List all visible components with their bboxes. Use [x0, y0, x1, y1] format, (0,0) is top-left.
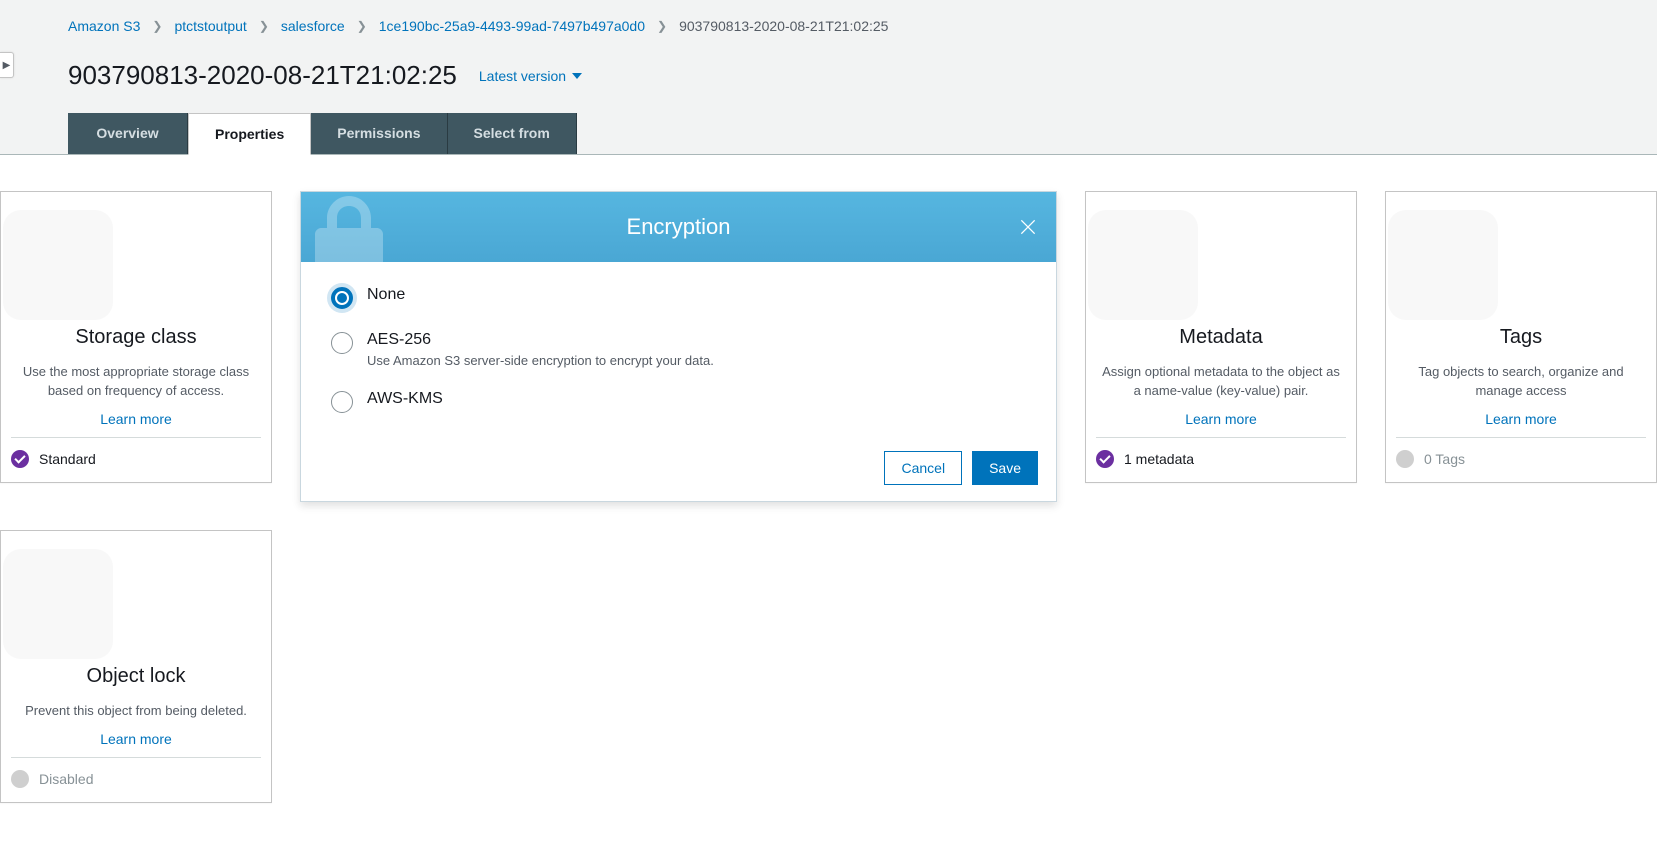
chevron-right-icon: ❯	[651, 19, 673, 33]
close-button[interactable]	[1016, 215, 1040, 239]
option-label: None	[367, 286, 405, 304]
status-text: 1 metadata	[1124, 451, 1194, 467]
breadcrumb: Amazon S3 ❯ ptctstoutput ❯ salesforce ❯ …	[68, 0, 1589, 60]
tabs: Overview Properties Permissions Select f…	[68, 113, 1589, 154]
breadcrumb-current: 903790813-2020-08-21T21:02:25	[679, 18, 888, 34]
encryption-option-aws-kms[interactable]: AWS-KMS	[331, 390, 1026, 413]
tab-select-from[interactable]: Select from	[448, 113, 577, 154]
card-storage-class[interactable]: Storage class Use the most appropriate s…	[0, 191, 272, 483]
breadcrumb-link-prefix-1[interactable]: salesforce	[281, 18, 345, 34]
card-description: Use the most appropriate storage class b…	[13, 363, 259, 401]
card-description: Tag objects to search, organize and mana…	[1398, 363, 1644, 401]
side-panel-toggle[interactable]: ▶	[0, 52, 14, 78]
metadata-icon	[1088, 210, 1198, 320]
encryption-option-aes256[interactable]: AES-256 Use Amazon S3 server-side encryp…	[331, 331, 1026, 368]
status-text: Disabled	[39, 771, 93, 787]
radio-selected-icon	[331, 287, 353, 309]
chevron-right-icon: ❯	[253, 19, 275, 33]
option-subtext: Use Amazon S3 server-side encryption to …	[367, 353, 714, 368]
save-button[interactable]: Save	[972, 451, 1038, 485]
status-text: 0 Tags	[1424, 451, 1465, 467]
card-title: Tags	[1398, 326, 1644, 349]
option-label: AWS-KMS	[367, 390, 443, 408]
option-label: AES-256	[367, 331, 714, 349]
tab-overview[interactable]: Overview	[68, 113, 188, 154]
card-description: Prevent this object from being deleted.	[13, 702, 259, 721]
card-title: Metadata	[1098, 326, 1344, 349]
card-object-lock[interactable]: Object lock Prevent this object from bei…	[0, 530, 272, 803]
check-circle-icon	[11, 450, 29, 468]
card-title: Object lock	[13, 665, 259, 688]
tab-permissions[interactable]: Permissions	[311, 113, 447, 154]
storage-class-icon	[3, 210, 113, 320]
card-title: Storage class	[13, 326, 259, 349]
card-description: Assign optional metadata to the object a…	[1098, 363, 1344, 401]
version-dropdown-label: Latest version	[479, 68, 566, 84]
card-encryption-editor: Encryption None AES-256 Use Amazon S3 s	[300, 191, 1057, 502]
encryption-header: Encryption	[301, 192, 1056, 262]
chevron-right-icon: ❯	[351, 19, 373, 33]
check-circle-icon	[1096, 450, 1114, 468]
lock-icon	[3, 549, 113, 659]
close-icon	[1018, 217, 1038, 237]
dot-icon	[1396, 450, 1414, 468]
card-tags[interactable]: Tags Tag objects to search, organize and…	[1385, 191, 1657, 483]
encryption-option-none[interactable]: None	[331, 286, 1026, 309]
learn-more-link[interactable]: Learn more	[1485, 411, 1557, 427]
radio-icon	[331, 332, 353, 354]
learn-more-link[interactable]: Learn more	[100, 411, 172, 427]
breadcrumb-link-amazon-s3[interactable]: Amazon S3	[68, 18, 140, 34]
page-title: 903790813-2020-08-21T21:02:25	[68, 60, 457, 91]
learn-more-link[interactable]: Learn more	[100, 731, 172, 747]
tags-icon	[1388, 210, 1498, 320]
breadcrumb-link-bucket[interactable]: ptctstoutput	[174, 18, 246, 34]
breadcrumb-link-prefix-2[interactable]: 1ce190bc-25a9-4493-99ad-7497b497a0d0	[379, 18, 645, 34]
chevron-right-icon: ❯	[146, 19, 168, 33]
status-text: Standard	[39, 451, 96, 467]
tab-properties[interactable]: Properties	[188, 113, 311, 155]
dot-icon	[11, 770, 29, 788]
page-header-region: ▶ Amazon S3 ❯ ptctstoutput ❯ salesforce …	[0, 0, 1657, 155]
cancel-button[interactable]: Cancel	[884, 451, 962, 485]
lock-icon	[301, 192, 399, 262]
learn-more-link[interactable]: Learn more	[1185, 411, 1257, 427]
caret-down-icon	[572, 73, 582, 79]
radio-icon	[331, 391, 353, 413]
card-metadata[interactable]: Metadata Assign optional metadata to the…	[1085, 191, 1357, 483]
version-dropdown[interactable]: Latest version	[479, 68, 582, 84]
encryption-title: Encryption	[627, 214, 731, 240]
properties-content: Storage class Use the most appropriate s…	[0, 155, 1657, 843]
